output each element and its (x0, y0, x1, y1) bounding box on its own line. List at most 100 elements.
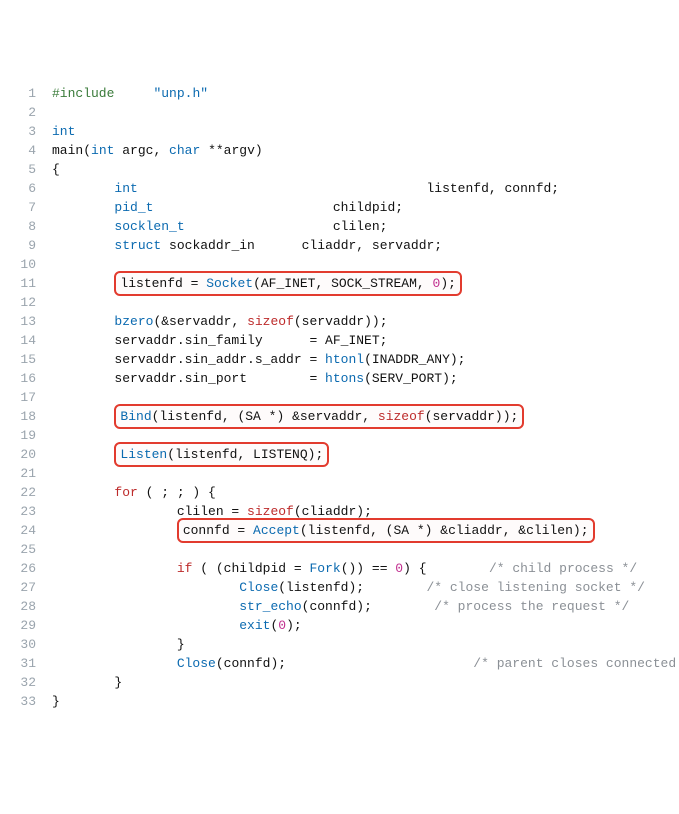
code-token: sizeof (247, 504, 294, 519)
code-token: (&servaddr, (153, 314, 247, 329)
line-number: 25 (0, 540, 52, 559)
code-token (52, 181, 114, 196)
code-token: ) { (403, 561, 489, 576)
code-token (161, 238, 169, 253)
code-line: 33} (0, 692, 671, 711)
code-line: 3int (0, 122, 671, 141)
line-number: 6 (0, 179, 52, 198)
code-line: 20 Listen(listenfd, LISTENQ); (0, 445, 671, 464)
code-token: 0 (395, 561, 403, 576)
code-content: #include "unp.h" (52, 84, 671, 103)
line-number: 30 (0, 635, 52, 654)
line-number: 1 (0, 84, 52, 103)
code-content: str_echo(connfd); /* process the request… (52, 597, 671, 616)
code-line: 18 Bind(listenfd, (SA *) &servaddr, size… (0, 407, 671, 426)
line-number: 18 (0, 407, 52, 426)
code-line: 22 for ( ; ; ) { (0, 483, 671, 502)
line-number: 33 (0, 692, 52, 711)
line-number: 22 (0, 483, 52, 502)
code-token: ); (440, 276, 456, 291)
code-content: } (52, 635, 671, 654)
code-token: (listenfd, (SA *) &servaddr, (152, 409, 378, 424)
line-number: 15 (0, 350, 52, 369)
code-token: if (177, 561, 193, 576)
code-token: (connfd); (302, 599, 435, 614)
code-token: listenfd, connfd; (138, 181, 559, 196)
code-line: 5{ (0, 160, 671, 179)
code-token: Close (239, 580, 278, 595)
code-token: argc, (114, 143, 169, 158)
code-line: 2 (0, 103, 671, 122)
line-number: 23 (0, 502, 52, 521)
line-number: 10 (0, 255, 52, 274)
code-token: { (52, 162, 60, 177)
code-content: pid_t childpid; (52, 198, 671, 217)
line-number: 7 (0, 198, 52, 217)
line-number: 8 (0, 217, 52, 236)
code-token (52, 200, 114, 215)
code-token: exit (239, 618, 270, 633)
code-content: servaddr.sin_port = htons(SERV_PORT); (52, 369, 671, 388)
code-content: } (52, 692, 671, 711)
code-token: servaddr.sin_family = AF_INET; (52, 333, 387, 348)
code-token: (servaddr)); (294, 314, 388, 329)
code-line: 9 struct sockaddr_in cliaddr, servaddr; (0, 236, 671, 255)
highlight-box: Listen(listenfd, LISTENQ); (114, 442, 329, 467)
line-number: 24 (0, 521, 52, 540)
code-content: servaddr.sin_family = AF_INET; (52, 331, 671, 350)
code-token: } (52, 675, 122, 690)
code-line: 11 listenfd = Socket(AF_INET, SOCK_STREA… (0, 274, 671, 293)
code-token: int (114, 181, 137, 196)
code-content: bzero(&servaddr, sizeof(servaddr)); (52, 312, 671, 331)
code-line: 32 } (0, 673, 671, 692)
line-number: 27 (0, 578, 52, 597)
code-token: listenfd = (120, 276, 206, 291)
line-number: 19 (0, 426, 52, 445)
line-number: 20 (0, 445, 52, 464)
code-token: servaddr.sin_port = (52, 371, 325, 386)
code-token: sockaddr_in (169, 238, 255, 253)
code-token: #include (52, 86, 114, 101)
line-number: 26 (0, 559, 52, 578)
code-line: 26 if ( (childpid = Fork()) == 0) { /* c… (0, 559, 671, 578)
code-token: char (169, 143, 200, 158)
code-content: exit(0); (52, 616, 671, 635)
line-number: 4 (0, 141, 52, 160)
code-token: bzero (114, 314, 153, 329)
code-content: int listenfd, connfd; (52, 179, 671, 198)
line-number: 32 (0, 673, 52, 692)
code-token: int (91, 143, 114, 158)
code-token: /* process the request */ (434, 599, 629, 614)
code-line: 16 servaddr.sin_port = htons(SERV_PORT); (0, 369, 671, 388)
code-line: 13 bzero(&servaddr, sizeof(servaddr)); (0, 312, 671, 331)
line-number: 28 (0, 597, 52, 616)
code-line: 27 Close(listenfd); /* close listening s… (0, 578, 671, 597)
line-number: 13 (0, 312, 52, 331)
line-number: 11 (0, 274, 52, 293)
code-token: /* close listening socket */ (426, 580, 644, 595)
code-token: ( (83, 143, 91, 158)
code-content: } (52, 673, 671, 692)
code-token: cliaddr, servaddr; (255, 238, 442, 253)
code-token: (SERV_PORT); (364, 371, 458, 386)
code-token (52, 580, 239, 595)
code-listing: 1#include "unp.h"23int4main(int argc, ch… (0, 84, 671, 711)
code-content: Bind(listenfd, (SA *) &servaddr, sizeof(… (52, 407, 671, 426)
code-token: (listenfd, LISTENQ); (167, 447, 323, 462)
code-token: connfd = (183, 523, 253, 538)
code-content: Close(connfd); /* parent closes connecte… (52, 654, 671, 673)
code-token: Close (177, 656, 216, 671)
line-number: 21 (0, 464, 52, 483)
code-token: servaddr.sin_addr.s_addr = (52, 352, 325, 367)
code-token (52, 561, 177, 576)
code-line: 7 pid_t childpid; (0, 198, 671, 217)
code-token: for (114, 485, 137, 500)
line-number: 9 (0, 236, 52, 255)
code-token: } (52, 637, 185, 652)
line-number: 14 (0, 331, 52, 350)
code-line: 31 Close(connfd); /* parent closes conne… (0, 654, 671, 673)
line-number: 16 (0, 369, 52, 388)
code-token: htons (325, 371, 364, 386)
code-token: Bind (120, 409, 151, 424)
code-content: connfd = Accept(listenfd, (SA *) &cliadd… (52, 521, 671, 540)
